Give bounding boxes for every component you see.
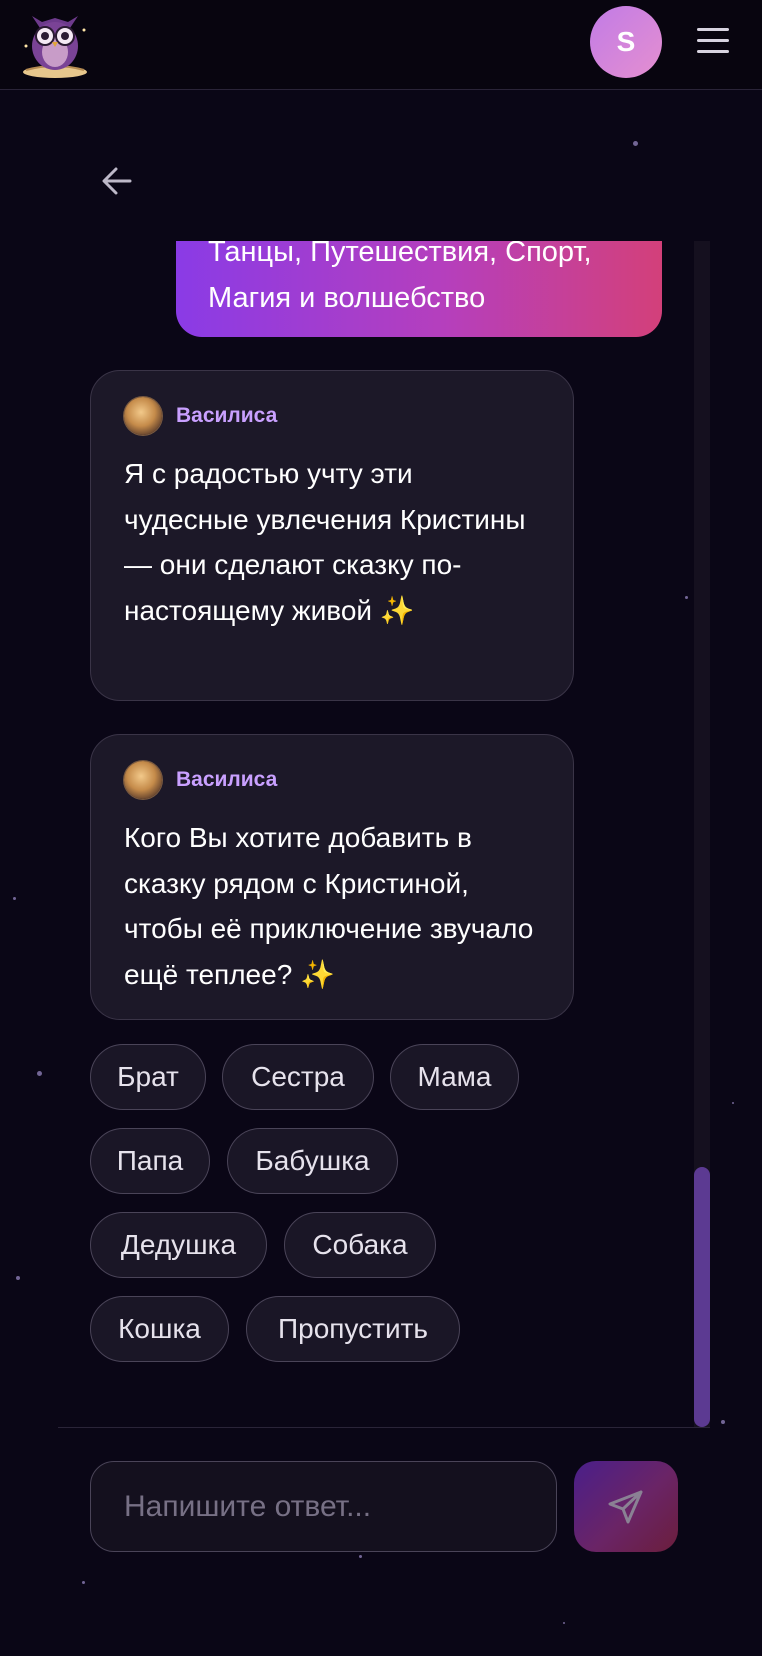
top-bar: S	[0, 0, 762, 90]
bot-message-bubble: Василиса Кого Вы хотите добавить в сказк…	[90, 734, 574, 1020]
assistant-avatar	[124, 761, 162, 799]
bot-message-text: Кого Вы хотите добавить в сказку рядом с…	[124, 822, 534, 990]
chip-mama[interactable]: Мама	[390, 1044, 519, 1110]
composer-divider	[58, 1427, 710, 1428]
bot-message-text: Я с радостью учту эти чудесные увлечения…	[124, 458, 526, 626]
user-message-line: Магия и волшебство	[208, 282, 486, 314]
answer-input-placeholder: Напишите ответ...	[124, 1489, 372, 1523]
avatar-letter: S	[616, 26, 636, 57]
profile-avatar-button[interactable]: S	[590, 6, 662, 78]
answer-input[interactable]: Напишите ответ...	[90, 1461, 557, 1552]
arrow-left-icon[interactable]	[100, 163, 136, 199]
assistant-avatar	[124, 397, 162, 435]
chip-koshka[interactable]: Кошка	[90, 1296, 229, 1362]
chip-dedushka[interactable]: Дедушка	[90, 1212, 267, 1278]
chip-brat[interactable]: Брат	[90, 1044, 206, 1110]
user-message-line: Танцы, Путешествия, Спорт,	[208, 241, 592, 268]
assistant-name: Василиса	[176, 768, 278, 791]
send-button[interactable]	[574, 1461, 678, 1552]
chip-babushka[interactable]: Бабушка	[227, 1128, 398, 1194]
bot-message-bubble: Василиса Я с радостью учту эти чудесные …	[90, 370, 574, 701]
hamburger-menu-icon[interactable]	[697, 28, 729, 54]
send-icon	[608, 1490, 643, 1523]
chat-messages: Танцы, Путешествия, Спорт, Магия и волше…	[58, 241, 710, 1427]
chip-sestra[interactable]: Сестра	[222, 1044, 374, 1110]
chip-sobaka[interactable]: Собака	[284, 1212, 436, 1278]
chip-papa[interactable]: Папа	[90, 1128, 210, 1194]
chip-skip[interactable]: Пропустить	[246, 1296, 460, 1362]
owl-logo-icon[interactable]	[18, 6, 92, 80]
user-message-bubble: Танцы, Путешествия, Спорт, Магия и волше…	[176, 241, 662, 337]
assistant-name: Василиса	[176, 404, 278, 427]
